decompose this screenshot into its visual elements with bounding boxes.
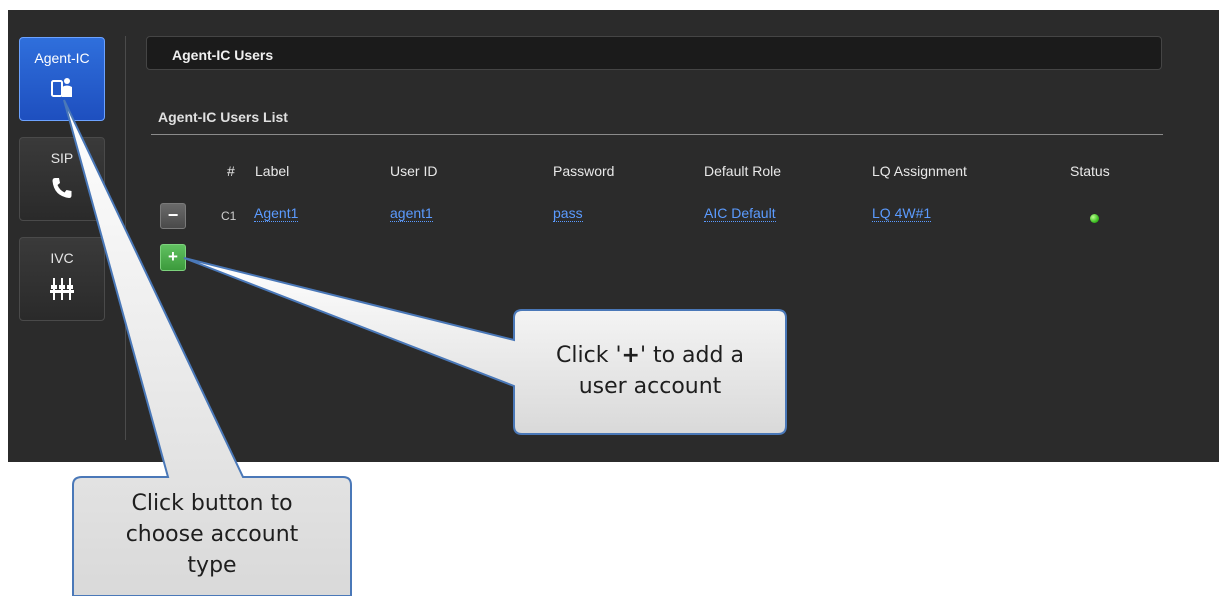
callout-text-part: ' to add a [639, 343, 744, 368]
callout-text-line: user account [578, 374, 722, 399]
callout-text-line: choose account [125, 522, 299, 547]
account-type-callout-text: Click button to choose account type [73, 488, 351, 581]
callout-text-part: Click ' [556, 343, 622, 368]
callout-text-line: Click button to [131, 491, 293, 516]
callout-text-line: type [187, 553, 237, 578]
add-user-callout-text: Click '+' to add a user account [514, 340, 786, 402]
callout-text-bold: + [621, 343, 640, 368]
